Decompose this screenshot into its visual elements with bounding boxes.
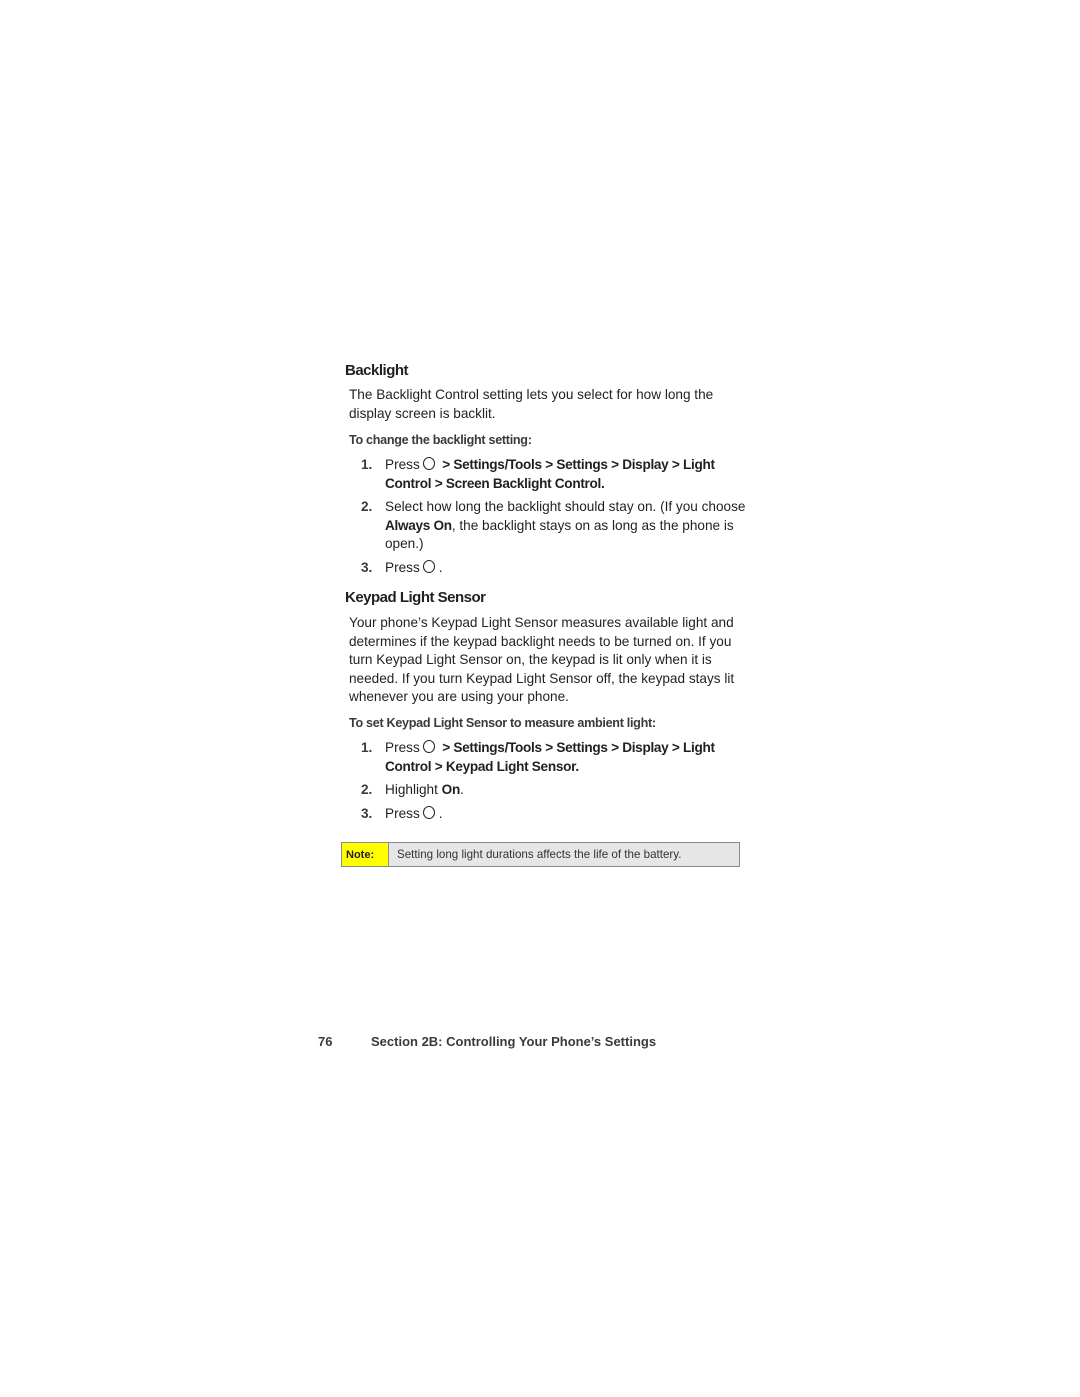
step-number: 1. — [361, 457, 373, 472]
step-text: . — [459, 782, 464, 797]
keypad-intro: Your phone’s Keypad Light Sensor measure… — [349, 615, 735, 705]
backlight-intro: The Backlight Control setting lets you s… — [349, 387, 714, 421]
section-title: Section 2B: Controlling Your Phone’s Set… — [371, 1034, 657, 1049]
circle-key-icon — [422, 740, 435, 753]
backlight-heading: Backlight — [345, 362, 409, 379]
keypad-subheading: To set Keypad Light Sensor to measure am… — [349, 716, 656, 730]
step-text: Press — [385, 806, 420, 821]
step-text: . — [438, 806, 443, 821]
step-text: Highlight — [385, 782, 442, 797]
step-text: Select how long the backlight should sta… — [385, 499, 746, 514]
step-number: 3. — [361, 806, 373, 821]
option-name: On — [441, 782, 461, 797]
step-text: Press — [385, 560, 420, 575]
step-number: 3. — [361, 560, 373, 575]
keypad-heading: Keypad Light Sensor — [345, 589, 486, 606]
step-text: Press — [385, 457, 420, 472]
page-number: 76 — [318, 1034, 333, 1049]
note-text: Setting long light durations affects the… — [389, 843, 739, 866]
option-name: Always On — [385, 517, 452, 533]
step-text: . — [438, 560, 443, 575]
manual-page: Backlight The Backlight Control setting … — [0, 0, 1080, 1397]
circle-key-icon — [422, 806, 435, 819]
note-label: Note: — [342, 843, 389, 866]
step-number: 2. — [361, 782, 373, 797]
step-number: 1. — [361, 740, 373, 755]
step-text: Press — [385, 740, 420, 755]
circle-key-icon — [422, 560, 435, 573]
circle-key-icon — [422, 457, 435, 470]
note-box: Note: Setting long light durations affec… — [341, 842, 740, 867]
step-number: 2. — [361, 499, 373, 514]
backlight-subheading: To change the backlight setting: — [349, 433, 532, 447]
